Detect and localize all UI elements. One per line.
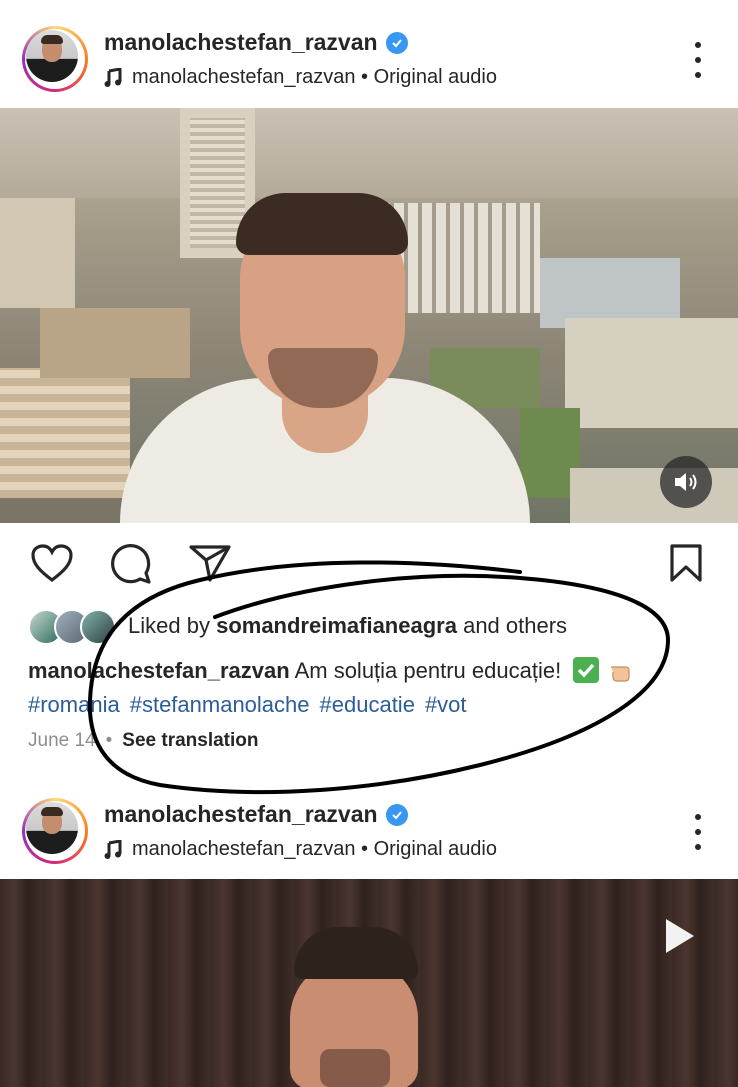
- post-video[interactable]: [0, 879, 738, 1087]
- comment-button[interactable]: [108, 543, 152, 590]
- avatar[interactable]: [22, 26, 88, 92]
- avatar[interactable]: [22, 798, 88, 864]
- hashtag-link[interactable]: #romania: [28, 692, 120, 717]
- pointing-hand-emoji-icon: [611, 666, 631, 682]
- hashtag-link[interactable]: #educatie: [320, 692, 415, 717]
- username-text[interactable]: manolachestefan_razvan: [104, 801, 378, 828]
- play-icon[interactable]: [664, 917, 696, 955]
- post-date: June 14: [28, 730, 96, 751]
- more-options-button[interactable]: [688, 814, 708, 850]
- check-mark-emoji-icon: [573, 657, 600, 683]
- more-options-button[interactable]: [688, 42, 708, 78]
- liker-username[interactable]: somandreimafianeagra: [216, 613, 457, 639]
- speaker-icon: [675, 473, 697, 491]
- post-header: manolachestefan_razvan manolachestefan_r…: [0, 0, 738, 108]
- hashtag-link[interactable]: #stefanmanolache: [130, 692, 310, 717]
- audio-label[interactable]: manolachestefan_razvan • Original audio: [132, 66, 497, 89]
- post-actions: [0, 523, 738, 605]
- share-button[interactable]: [188, 543, 232, 588]
- liker-avatars: [28, 609, 116, 645]
- bookmark-icon: [670, 544, 702, 582]
- likes-prefix: Liked by: [128, 613, 210, 638]
- meta-separator: •: [105, 730, 113, 751]
- likes-suffix[interactable]: and others: [463, 613, 567, 639]
- audio-label[interactable]: manolachestefan_razvan • Original audio: [132, 838, 497, 861]
- comment-icon: [111, 544, 151, 584]
- audio-link[interactable]: manolachestefan_razvan • Original audio: [104, 838, 497, 861]
- see-translation-link[interactable]: See translation: [122, 730, 258, 752]
- mute-toggle-button[interactable]: [660, 456, 712, 508]
- post-username[interactable]: manolachestefan_razvan: [104, 29, 408, 56]
- post-header: manolachestefan_razvan manolachestefan_r…: [0, 772, 738, 880]
- save-button[interactable]: [668, 543, 704, 588]
- music-note-icon: [104, 839, 122, 859]
- music-note-icon: [104, 67, 122, 87]
- caption-text: Am soluția pentru educație!: [294, 658, 562, 683]
- like-button[interactable]: [30, 543, 74, 588]
- hashtag-link[interactable]: #vot: [425, 692, 467, 717]
- hashtags-line: #romania #stefanmanolache #educatie #vot: [28, 688, 718, 722]
- post-video[interactable]: [0, 108, 738, 523]
- caption-author[interactable]: manolachestefan_razvan: [28, 658, 290, 683]
- verified-badge-icon: [385, 31, 408, 54]
- likes-row[interactable]: Liked by somandreimafianeagra and others: [28, 608, 567, 645]
- share-icon: [189, 545, 231, 582]
- more-vertical-icon: [695, 814, 701, 820]
- username-text[interactable]: manolachestefan_razvan: [104, 29, 378, 56]
- post-username[interactable]: manolachestefan_razvan: [104, 801, 408, 828]
- verified-badge-icon: [385, 803, 408, 826]
- more-vertical-icon: [695, 42, 701, 48]
- post-caption: manolachestefan_razvan Am soluția pentru…: [28, 654, 718, 722]
- audio-link[interactable]: manolachestefan_razvan • Original audio: [104, 66, 497, 89]
- liker-avatar: [80, 609, 116, 645]
- heart-icon: [31, 544, 73, 583]
- instagram-feed: manolachestefan_razvan manolachestefan_r…: [0, 0, 738, 1087]
- post-meta: June 14 • See translation: [28, 730, 259, 752]
